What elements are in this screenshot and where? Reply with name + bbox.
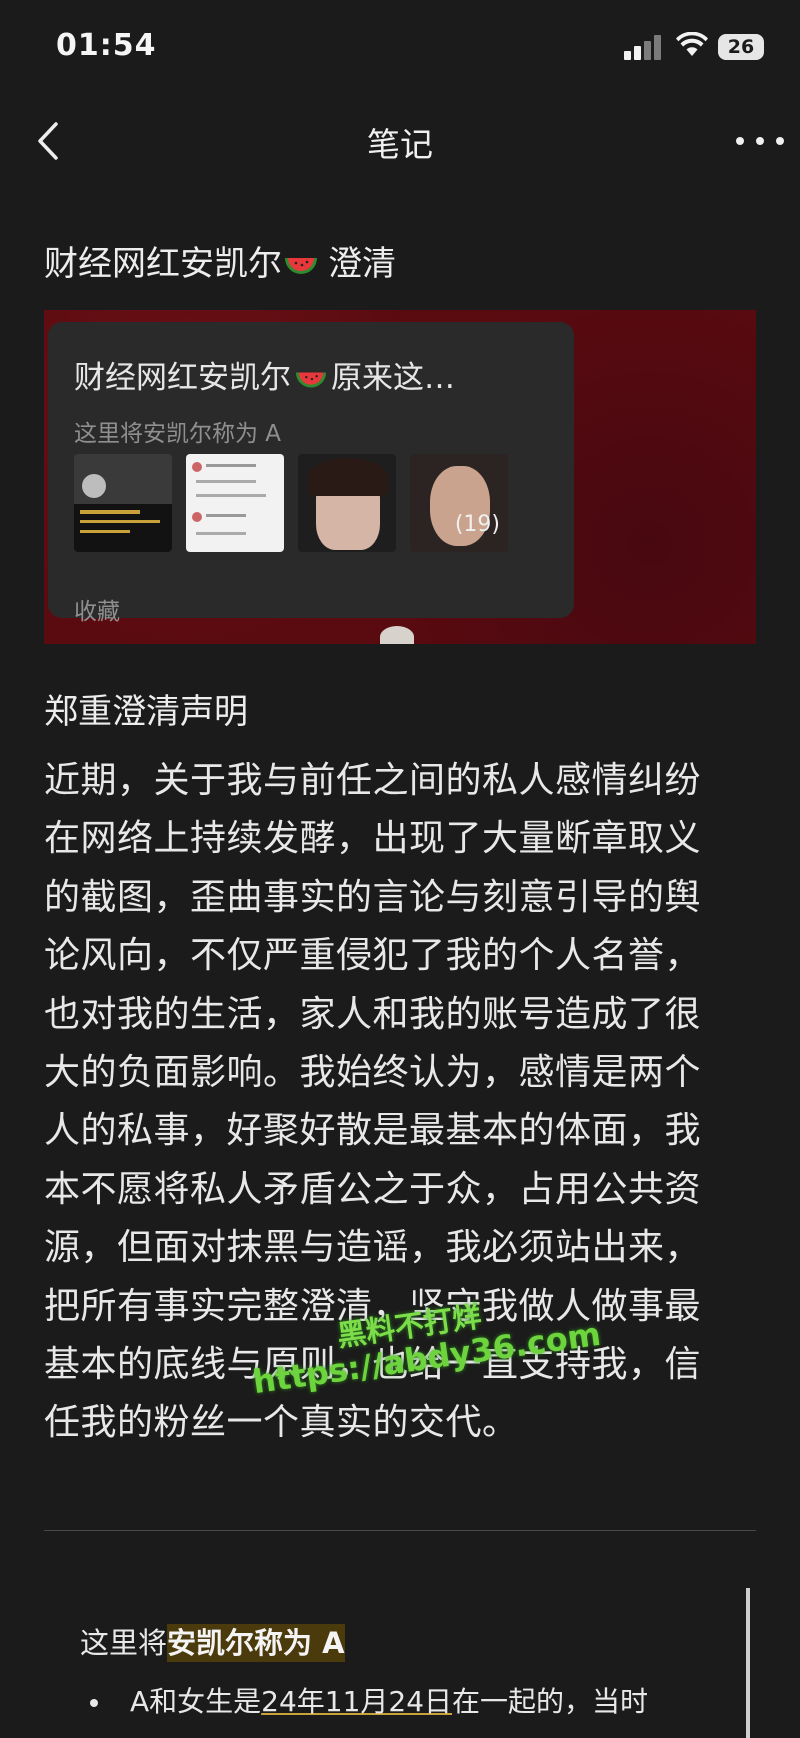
collect-label: 收藏 (74, 599, 120, 625)
body-line: 论风向，不仅严重侵犯了我的个人名誉， (44, 935, 702, 977)
bullet-text-start: A和女生是 (130, 1685, 262, 1718)
photo-count: (19) (454, 512, 500, 537)
shared-note-title-suffix: 原来这… (331, 360, 455, 396)
note-title: 财经网红安凯尔 澄清 (44, 236, 396, 285)
bullet-text-end: 在一起的，当时 (452, 1685, 649, 1718)
body-line: 大的负面影响。我始终认为，感情是两个 (44, 1052, 702, 1094)
body-line: 的截图，歪曲事实的言论与刻意引导的舆 (44, 876, 702, 918)
note-title-suffix: 澄清 (328, 244, 396, 284)
nav-bar: 笔记 (0, 96, 800, 186)
thumbnail-chat-screenshot[interactable] (74, 454, 172, 552)
divider (44, 1530, 756, 1531)
status-bar: 01:54 26 (0, 0, 800, 96)
shared-note-title-text: 财经网红安凯尔 (74, 360, 291, 396)
quote-prefix: 这里将 (80, 1626, 168, 1660)
quote-highlight: 安凯尔称为 A (167, 1624, 345, 1662)
bullet-date: 24年11月24日 (261, 1685, 453, 1718)
body-line: 源，但面对抹黑与造谣，我必须站出来， (44, 1227, 702, 1269)
watermelon-icon (285, 257, 317, 274)
image-corner-mark (380, 626, 414, 644)
watermelon-icon (295, 371, 327, 388)
more-options-button[interactable] (736, 130, 784, 150)
wifi-icon (676, 31, 708, 58)
status-time: 01:54 (56, 28, 157, 63)
quote-bar (746, 1588, 750, 1738)
thumbnail-selfie[interactable]: (19) (410, 454, 508, 552)
note-title-text: 财经网红安凯尔 (44, 244, 282, 284)
cellular-signal-icon (624, 34, 664, 60)
section-heading: 郑重澄清声明 (44, 692, 248, 732)
thumbnail-strip: (19) (74, 454, 524, 554)
thumbnail-portrait[interactable] (298, 454, 396, 552)
body-line: 近期，关于我与前任之间的私人感情纠纷 (44, 760, 702, 801)
quote-intro: 这里将安凯尔称为 A (80, 1620, 345, 1662)
body-line: 人的私事，好聚好散是最基本的体面，我 (44, 1110, 702, 1152)
list-item: A和女生是24年11月24日在一起的，当时 (80, 1680, 730, 1720)
body-line: 在网络上持续发酵，出现了大量断章取义 (44, 818, 702, 860)
bullet-dot (90, 1699, 98, 1707)
page-title: 笔记 (367, 125, 433, 164)
body-line: 也对我的生活，家人和我的账号造成了很 (44, 993, 702, 1035)
shared-note-subtitle: 这里将安凯尔称为 A (74, 421, 282, 447)
shared-note-card[interactable]: 财经网红安凯尔 原来这… 这里将安凯尔称为 A (19) 收藏 (48, 322, 574, 625)
body-line: 本不愿将私人矛盾公之于众，占用公共资 (44, 1168, 702, 1210)
thumbnail-comments[interactable] (186, 454, 284, 552)
shared-note-title: 财经网红安凯尔 原来这… (74, 352, 455, 397)
embedded-image[interactable]: 财经网红安凯尔 原来这… 这里将安凯尔称为 A (19) 收藏 (44, 310, 756, 644)
battery-indicator: 26 (718, 34, 764, 60)
